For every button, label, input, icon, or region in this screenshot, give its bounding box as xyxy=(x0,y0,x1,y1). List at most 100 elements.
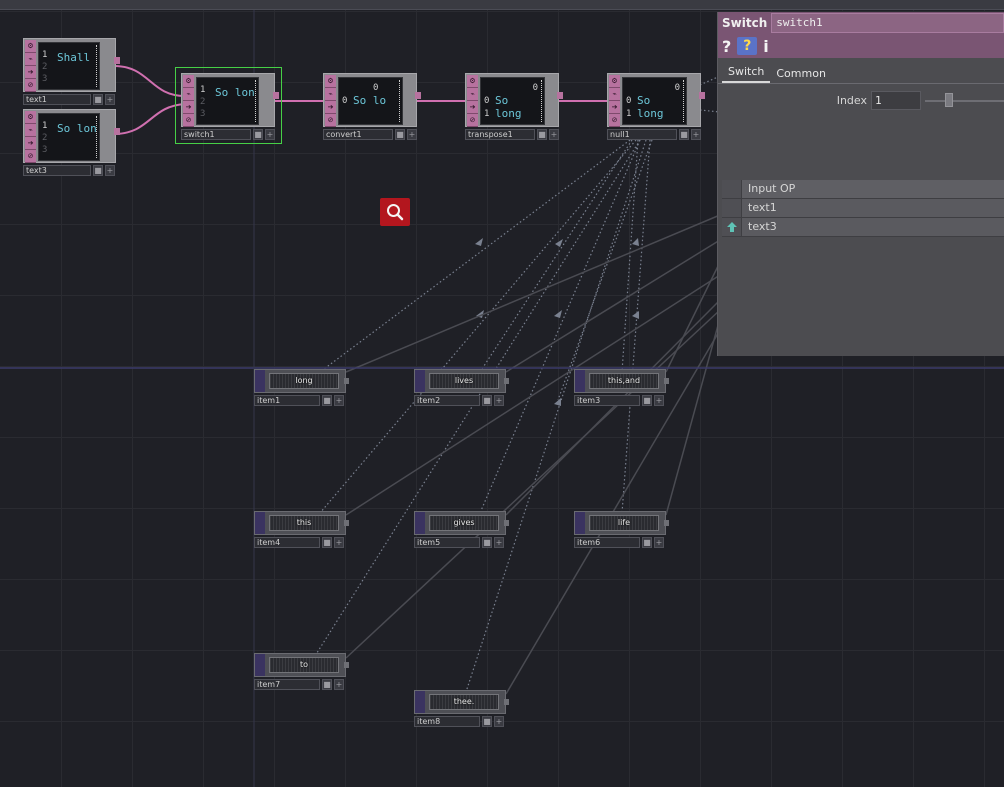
text-field[interactable]: long xyxy=(269,373,339,389)
item3-node[interactable]: this,and item3 ■ + xyxy=(574,369,669,406)
tab-common[interactable]: Common xyxy=(770,63,832,83)
arrow-up-icon[interactable] xyxy=(722,218,742,236)
input-op-row[interactable]: text1 xyxy=(722,199,1004,218)
viewer-toggle[interactable]: ■ xyxy=(253,129,263,140)
viewer-toggle[interactable]: ■ xyxy=(395,129,405,140)
bypass-icon[interactable]: ⌁ xyxy=(25,124,36,137)
viewer-toggle[interactable]: ■ xyxy=(93,94,103,105)
index-slider-track[interactable] xyxy=(925,100,1004,102)
add-button[interactable]: + xyxy=(494,716,504,727)
lock-icon[interactable]: ⊘ xyxy=(467,114,478,127)
dat-flags[interactable]: ⚙ ⌁ ➔ ⊘ xyxy=(25,40,36,92)
viewer-toggle[interactable]: ■ xyxy=(322,537,332,548)
viewer-toggle[interactable]: ■ xyxy=(482,716,492,727)
add-button[interactable]: + xyxy=(105,165,115,176)
output-connector[interactable] xyxy=(114,128,120,135)
lock-icon[interactable]: ⊘ xyxy=(325,114,336,127)
text-field[interactable]: this,and xyxy=(589,373,659,389)
add-button[interactable]: + xyxy=(549,129,559,140)
python-help-icon[interactable]: ? xyxy=(737,37,758,55)
lock-icon[interactable]: ⊘ xyxy=(25,79,36,92)
item7-node[interactable]: to item7 ■ + xyxy=(254,653,349,690)
dat-flags[interactable]: ⚙ ⌁ ➔ ⊘ xyxy=(183,75,194,127)
node-name[interactable]: item7 xyxy=(254,679,320,690)
viewer-toggle[interactable]: ■ xyxy=(642,395,652,406)
viewer-toggle[interactable]: ■ xyxy=(322,679,332,690)
text-field[interactable]: gives xyxy=(429,515,499,531)
lock-icon[interactable]: ⊘ xyxy=(183,114,194,127)
item8-node[interactable]: thee. item8 ■ + xyxy=(414,690,509,727)
add-button[interactable]: + xyxy=(691,129,701,140)
add-button[interactable]: + xyxy=(334,537,344,548)
text-field[interactable]: this xyxy=(269,515,339,531)
operator-name[interactable]: convert1 xyxy=(323,129,393,140)
node-name[interactable]: item6 xyxy=(574,537,640,548)
bypass-icon[interactable]: ⌁ xyxy=(325,88,336,101)
item1-node[interactable]: long item1 ■ + xyxy=(254,369,349,406)
item4-node[interactable]: this item4 ■ + xyxy=(254,511,349,548)
output-connector[interactable] xyxy=(273,92,279,99)
dat-flags[interactable]: ⚙ ⌁ ➔ ⊘ xyxy=(325,75,336,127)
node-name[interactable]: item5 xyxy=(414,537,480,548)
output-connector[interactable] xyxy=(114,57,120,64)
gear-icon[interactable]: ⚙ xyxy=(609,75,620,88)
output-connector[interactable] xyxy=(699,92,705,99)
arrow-right-icon[interactable]: ➔ xyxy=(325,101,336,114)
index-field[interactable]: 1 xyxy=(871,91,921,110)
add-button[interactable]: + xyxy=(494,395,504,406)
arrow-right-icon[interactable]: ➔ xyxy=(183,101,194,114)
operator-name[interactable]: text1 xyxy=(23,94,91,105)
viewer-toggle[interactable]: ■ xyxy=(642,537,652,548)
output-connector[interactable] xyxy=(557,92,563,99)
add-button[interactable]: + xyxy=(494,537,504,548)
output-connector[interactable] xyxy=(415,92,421,99)
parameter-panel[interactable]: Switch switch1 ? ? i Switch Common Index… xyxy=(717,12,1004,356)
operator-name[interactable]: transpose1 xyxy=(465,129,535,140)
viewer-toggle[interactable]: ■ xyxy=(679,129,689,140)
arrow-right-icon[interactable]: ➔ xyxy=(467,101,478,114)
gear-icon[interactable]: ⚙ xyxy=(325,75,336,88)
node-name[interactable]: item3 xyxy=(574,395,640,406)
input-op-row-active[interactable]: text3 xyxy=(722,218,1004,237)
dat-flags[interactable]: ⚙ ⌁ ➔ ⊘ xyxy=(467,75,478,127)
bypass-icon[interactable]: ⌁ xyxy=(25,53,36,66)
node-name[interactable]: item4 xyxy=(254,537,320,548)
arrow-right-icon[interactable]: ➔ xyxy=(609,101,620,114)
operator-name[interactable]: text3 xyxy=(23,165,91,176)
text-field[interactable]: to xyxy=(269,657,339,673)
text-field[interactable]: lives xyxy=(429,373,499,389)
viewer-toggle[interactable]: ■ xyxy=(537,129,547,140)
gear-icon[interactable]: ⚙ xyxy=(25,40,36,53)
gear-icon[interactable]: ⚙ xyxy=(467,75,478,88)
add-button[interactable]: + xyxy=(654,395,664,406)
add-button[interactable]: + xyxy=(334,679,344,690)
viewer-toggle[interactable]: ■ xyxy=(482,395,492,406)
add-button[interactable]: + xyxy=(105,94,115,105)
node-name[interactable]: item2 xyxy=(414,395,480,406)
search-button[interactable] xyxy=(380,198,410,226)
arrow-right-icon[interactable]: ➔ xyxy=(25,137,36,150)
viewer-toggle[interactable]: ■ xyxy=(482,537,492,548)
node-name[interactable]: item8 xyxy=(414,716,480,727)
bypass-icon[interactable]: ⌁ xyxy=(609,88,620,101)
help-icon[interactable]: ? xyxy=(722,37,731,56)
add-button[interactable]: + xyxy=(654,537,664,548)
dat-flags[interactable]: ⚙ ⌁ ➔ ⊘ xyxy=(25,111,36,163)
node-name[interactable]: item1 xyxy=(254,395,320,406)
bypass-icon[interactable]: ⌁ xyxy=(467,88,478,101)
item6-node[interactable]: life item6 ■ + xyxy=(574,511,669,548)
operator-name[interactable]: switch1 xyxy=(181,129,251,140)
info-icon[interactable]: i xyxy=(763,37,768,56)
arrow-right-icon[interactable]: ➔ xyxy=(25,66,36,79)
item2-node[interactable]: lives item2 ■ + xyxy=(414,369,509,406)
viewer-toggle[interactable]: ■ xyxy=(93,165,103,176)
add-button[interactable]: + xyxy=(334,395,344,406)
text-field[interactable]: thee. xyxy=(429,694,499,710)
dat-flags[interactable]: ⚙ ⌁ ➔ ⊘ xyxy=(609,75,620,127)
operator-name-field[interactable]: switch1 xyxy=(771,13,1004,33)
tab-switch[interactable]: Switch xyxy=(722,61,771,83)
add-button[interactable]: + xyxy=(407,129,417,140)
lock-icon[interactable]: ⊘ xyxy=(25,150,36,163)
operator-name[interactable]: null1 xyxy=(607,129,677,140)
add-button[interactable]: + xyxy=(265,129,275,140)
